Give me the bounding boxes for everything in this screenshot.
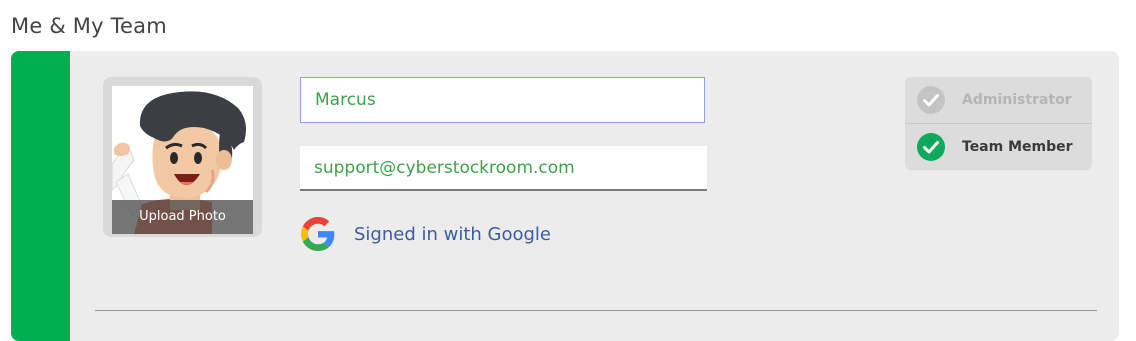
check-circle-icon xyxy=(917,133,945,161)
section-title: Me & My Team xyxy=(11,14,167,38)
name-field[interactable] xyxy=(300,77,705,123)
accent-bar xyxy=(11,51,70,341)
avatar[interactable]: Upload Photo xyxy=(112,86,253,234)
role-label: Administrator xyxy=(962,92,1072,108)
upload-photo-button[interactable]: Upload Photo xyxy=(112,200,253,234)
avatar-frame[interactable]: Upload Photo xyxy=(103,77,262,237)
google-signin-status: Signed in with Google xyxy=(301,217,551,251)
google-logo-icon xyxy=(301,217,335,251)
email-field[interactable] xyxy=(300,146,707,191)
signin-label: Signed in with Google xyxy=(354,223,551,245)
role-option-administrator[interactable]: Administrator xyxy=(905,77,1092,123)
divider xyxy=(95,310,1097,311)
profile-card: Upload Photo Signed in with Google Admin… xyxy=(11,51,1119,341)
role-selector: Administrator Team Member xyxy=(905,77,1092,170)
check-circle-icon xyxy=(917,86,945,114)
role-option-team-member[interactable]: Team Member xyxy=(905,124,1092,170)
role-label: Team Member xyxy=(962,139,1073,155)
